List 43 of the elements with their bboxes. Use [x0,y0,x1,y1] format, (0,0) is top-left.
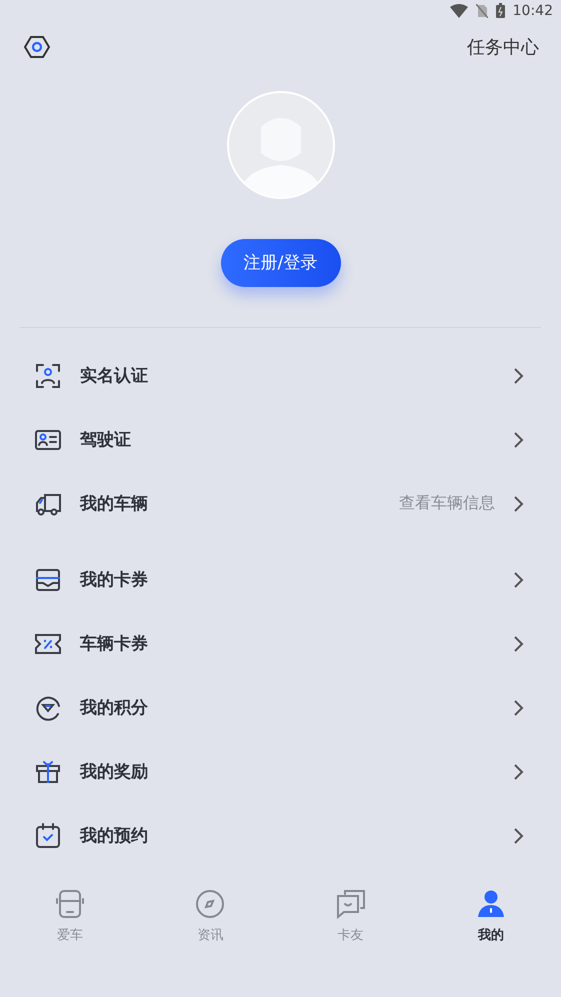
menu-item[interactable]: 驾驶证 [0,408,561,472]
menu-item[interactable]: 我的预约 [0,804,561,868]
menu-label: 我的积分 [80,697,149,720]
chat-icon [334,888,367,920]
bus-icon [54,888,86,920]
face-scan-icon [34,362,62,390]
menu-label: 我的奖励 [80,761,149,784]
nav-tab[interactable]: 我的 [420,888,561,944]
tab-label: 爱车 [57,926,84,944]
menu-label: 我的预约 [80,825,149,848]
menu-label: 我的车辆 [80,493,149,516]
chevron-right-icon [513,430,525,449]
menu-item[interactable]: 我的车辆 查看车辆信息 [0,472,561,536]
battery-icon [496,3,505,18]
menu-item[interactable]: 我的奖励 [0,740,561,804]
chevron-right-icon [513,826,525,845]
menu-item[interactable]: 车辆卡券 [0,612,561,676]
menu-label: 实名认证 [80,365,149,388]
menu-label: 驾驶证 [80,429,132,452]
status-time: 10:42 [512,2,553,19]
menu-item[interactable]: 实名认证 [0,344,561,408]
settings-icon[interactable] [24,35,50,60]
chevron-right-icon [513,366,525,385]
menu-label: 我的卡券 [80,569,149,592]
tab-label: 资讯 [197,926,224,944]
tab-label: 我的 [478,926,504,944]
menu-item[interactable]: 我的卡券 [0,548,561,612]
chevron-right-icon [513,494,525,513]
chevron-right-icon [513,570,525,589]
wifi-icon [450,4,468,18]
menu-item[interactable]: 我的积分 [0,676,561,740]
chevron-right-icon [513,698,525,717]
no-sim-icon [476,4,488,18]
menu-label: 车辆卡券 [80,633,149,656]
calendar-check-icon [34,822,62,850]
tab-label: 卡友 [338,926,364,944]
chevron-right-icon [513,762,525,781]
menu-hint: 查看车辆信息 [399,493,495,514]
chevron-right-icon [513,634,525,653]
login-button[interactable]: 注册/登录 [220,238,340,287]
compass-icon [194,888,226,920]
diamond-coin-icon [34,694,62,722]
task-center-link[interactable]: 任务中心 [467,35,539,60]
